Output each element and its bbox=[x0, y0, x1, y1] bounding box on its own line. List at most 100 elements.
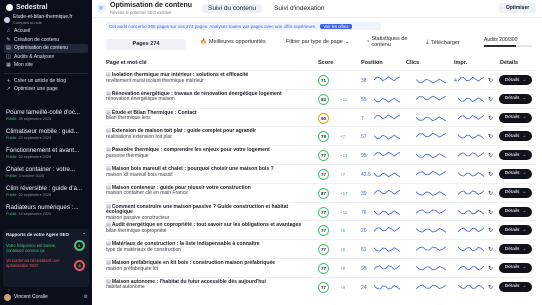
refresh-icon[interactable]: ↻ bbox=[488, 265, 493, 272]
col-score[interactable]: Score bbox=[318, 60, 333, 66]
page-cell[interactable]: ▤Maison conteneur : guide pour réussir v… bbox=[106, 185, 306, 197]
gear-icon[interactable]: ⚙ bbox=[84, 294, 88, 300]
refresh-icon[interactable]: ↻ bbox=[488, 190, 493, 197]
table-row[interactable]: ▤Audit énergétique en copropriété : tout… bbox=[106, 220, 536, 239]
table-row[interactable]: ▤Rénovation énergétique : travaux de rén… bbox=[106, 88, 536, 108]
list-item[interactable]: Fonctionnement et avant... Publié 20 septe… bbox=[4, 146, 88, 164]
page-cell[interactable]: ▤Comment construire une maison passive ?… bbox=[106, 204, 306, 222]
details-button[interactable]: Détails → bbox=[499, 150, 532, 161]
refresh-icon[interactable]: ↻ bbox=[488, 284, 493, 291]
page-cell[interactable]: ▤Maison autonome : l'habitat du futur ac… bbox=[106, 279, 306, 291]
details-button[interactable]: Détails → bbox=[499, 281, 532, 292]
sidebar-item-1[interactable]: ✎ Création de contenu bbox=[4, 36, 88, 45]
optimization-icon: ◎ bbox=[96, 3, 106, 13]
refresh-icon[interactable]: ↻ bbox=[488, 227, 493, 234]
position-value: 95 bbox=[361, 153, 367, 160]
details-button[interactable]: Détails → bbox=[499, 93, 532, 104]
refresh-icon[interactable]: ↻ bbox=[488, 133, 493, 140]
page-cell[interactable]: ▤Matériaux de construction : la liste in… bbox=[106, 241, 306, 253]
details-button[interactable]: Détails → bbox=[499, 131, 532, 142]
sidebar-nav: ⌂ Accueil ✎ Création de contenu ▤ Optimisatio… bbox=[4, 27, 88, 94]
content-stats-button[interactable]: ◔ Statistiques de contenu bbox=[366, 36, 418, 48]
table-row[interactable]: ▤Maison conteneur : guide pour réussir v… bbox=[106, 182, 536, 202]
refresh-icon[interactable]: ↻ bbox=[488, 171, 493, 178]
clicks-sparkline bbox=[416, 284, 446, 289]
chevron-up-icon[interactable]: ⌃ bbox=[82, 232, 86, 238]
sidebar-item-2[interactable]: ▤ Optimisation de contenu bbox=[4, 44, 88, 53]
page-cell[interactable]: ▤Maison préfabriquée en kit bois : const… bbox=[106, 260, 306, 272]
details-label: Détails bbox=[504, 265, 520, 271]
best-opportunities-filter[interactable]: 🔥 Meilleures opportunités bbox=[200, 39, 266, 45]
score-gauge: 71 bbox=[318, 75, 329, 86]
page-cell[interactable]: ▤Maison bois mareuil et chalet : pourquo… bbox=[106, 166, 306, 178]
refresh-icon[interactable]: ↻ bbox=[488, 152, 493, 159]
site-selector[interactable]: Etude-et-bilan-thermique.fr Comptes du s… bbox=[4, 14, 88, 25]
table-row[interactable]: ▤Extension de maison toit plat : guide c… bbox=[106, 126, 536, 145]
sidebar-item-0[interactable]: ⌂ Accueil bbox=[4, 27, 88, 36]
page-cell[interactable]: ▤Étude et Bilan Thermique : Contact bilan… bbox=[106, 110, 306, 122]
sidebar-item-4[interactable]: ▦ Mon site bbox=[4, 61, 88, 70]
content-stats-label: Statistiques de contenu bbox=[371, 36, 408, 48]
refresh-icon[interactable]: ↻ bbox=[488, 115, 493, 122]
refresh-icon[interactable]: ↻ bbox=[488, 209, 493, 216]
col-position[interactable]: Position bbox=[361, 60, 383, 66]
col-clicks[interactable]: Clics bbox=[406, 60, 419, 66]
brand[interactable]: Sedestral bbox=[6, 4, 48, 11]
refresh-icon[interactable]: ↻ bbox=[488, 96, 493, 103]
details-button[interactable]: Détails → bbox=[499, 168, 532, 179]
sidebar-item-3[interactable]: ◫ Audits & Analyses bbox=[4, 53, 88, 62]
page-cell[interactable]: ▤Audit énergétique en copropriété : tout… bbox=[106, 223, 306, 234]
page-cell[interactable]: ▤Rénovation énergétique : travaux de rén… bbox=[106, 91, 306, 103]
sidebar-action-1[interactable]: ↗ Optimiser une page bbox=[4, 85, 88, 94]
score-delta: +14 bbox=[340, 153, 348, 159]
sidebar-action-0[interactable]: + Créer un article de blog bbox=[4, 77, 88, 86]
details-button[interactable]: Détails → bbox=[499, 262, 532, 273]
list-item[interactable]: Chalet container : votre... Publié 3 octob… bbox=[4, 165, 88, 183]
arrow-right-icon: → bbox=[521, 115, 527, 121]
list-item[interactable]: Pourre lameillé-collé d'oc... Publié 25 se… bbox=[4, 108, 88, 126]
arrow-right-icon: → bbox=[521, 152, 527, 158]
position-sparkline bbox=[374, 97, 400, 103]
impressions-sparkline bbox=[458, 190, 484, 195]
details-button[interactable]: Détails → bbox=[499, 206, 532, 217]
table-row[interactable]: ▤Maison bois mareuil et chalet : pourquo… bbox=[106, 163, 536, 183]
details-button[interactable]: Détails → bbox=[499, 244, 532, 255]
page-cell[interactable]: ▤Extension de maison toit plat : guide c… bbox=[106, 129, 306, 140]
tab-indexing-tracking[interactable]: Suivi d'indexation bbox=[268, 4, 330, 13]
list-item[interactable]: Climatiseur mobile : guid... Publié 23 sep… bbox=[4, 127, 88, 145]
col-impressions[interactable]: Impr. bbox=[454, 60, 467, 66]
table-row[interactable]: ▤Comment construire une maison passive ?… bbox=[106, 201, 536, 222]
table-row[interactable]: ▤Étude et Bilan Thermique : Contact bilan… bbox=[106, 107, 536, 127]
table-row[interactable]: ▤Passoire thermique : comprendre les enj… bbox=[106, 145, 536, 164]
table-row[interactable]: ▤Maison préfabriquée en kit bois : const… bbox=[106, 257, 536, 277]
table-row[interactable]: ▤Isolation thermique mur intérieur : sol… bbox=[106, 70, 536, 89]
pages-filter-button[interactable]: Pages 274 bbox=[106, 38, 186, 50]
see-offers-link[interactable]: Voir les offres bbox=[320, 23, 352, 29]
page-type-filter[interactable]: Filtrer par type de page ⌄ bbox=[286, 39, 349, 45]
refresh-icon[interactable]: ↻ bbox=[488, 77, 493, 84]
table-row[interactable]: ▤Maison autonome : l'habitat du futur ac… bbox=[106, 276, 536, 296]
site-favicon-icon bbox=[4, 16, 10, 23]
list-item[interactable]: Clim réversible : guide d'a... Publié 22 s… bbox=[4, 184, 88, 202]
download-button[interactable]: ⤓ Télécharger bbox=[426, 39, 460, 46]
details-button[interactable]: Détails → bbox=[499, 225, 532, 236]
page-cell[interactable]: ▤Passoire thermique : comprendre les enj… bbox=[106, 147, 306, 159]
tab-content-tracking[interactable]: Suivi du contenu bbox=[202, 4, 263, 13]
optimize-button[interactable]: Optimiser bbox=[499, 3, 536, 13]
clicks-sparkline bbox=[416, 78, 446, 84]
details-button[interactable]: Détails → bbox=[499, 75, 532, 85]
refresh-icon[interactable]: ↻ bbox=[488, 246, 493, 253]
score-delta: +9 bbox=[340, 265, 346, 271]
page-cell[interactable]: ▤Isolation thermique mur intérieur : sol… bbox=[106, 72, 306, 84]
status-badge: Publié bbox=[6, 136, 17, 140]
table-row[interactable]: ▤Matériaux de construction : la liste in… bbox=[106, 239, 536, 258]
details-button[interactable]: Détails → bbox=[499, 112, 532, 123]
seo-agent-report[interactable]: Rapports de votre Agent SEO ⌃ 3. Votre f… bbox=[3, 229, 89, 287]
details-button[interactable]: Détails → bbox=[499, 187, 532, 198]
user-menu[interactable]: Vincent Coralie ⚙ bbox=[4, 292, 88, 302]
list-item[interactable]: Radiateurs numériques :... Publié 18 septe… bbox=[4, 203, 88, 221]
position-value: 38 bbox=[361, 78, 367, 84]
position-sparkline bbox=[374, 151, 400, 157]
status-badge: Publié bbox=[6, 117, 17, 121]
col-page[interactable]: Page et mot-clé bbox=[106, 60, 147, 66]
